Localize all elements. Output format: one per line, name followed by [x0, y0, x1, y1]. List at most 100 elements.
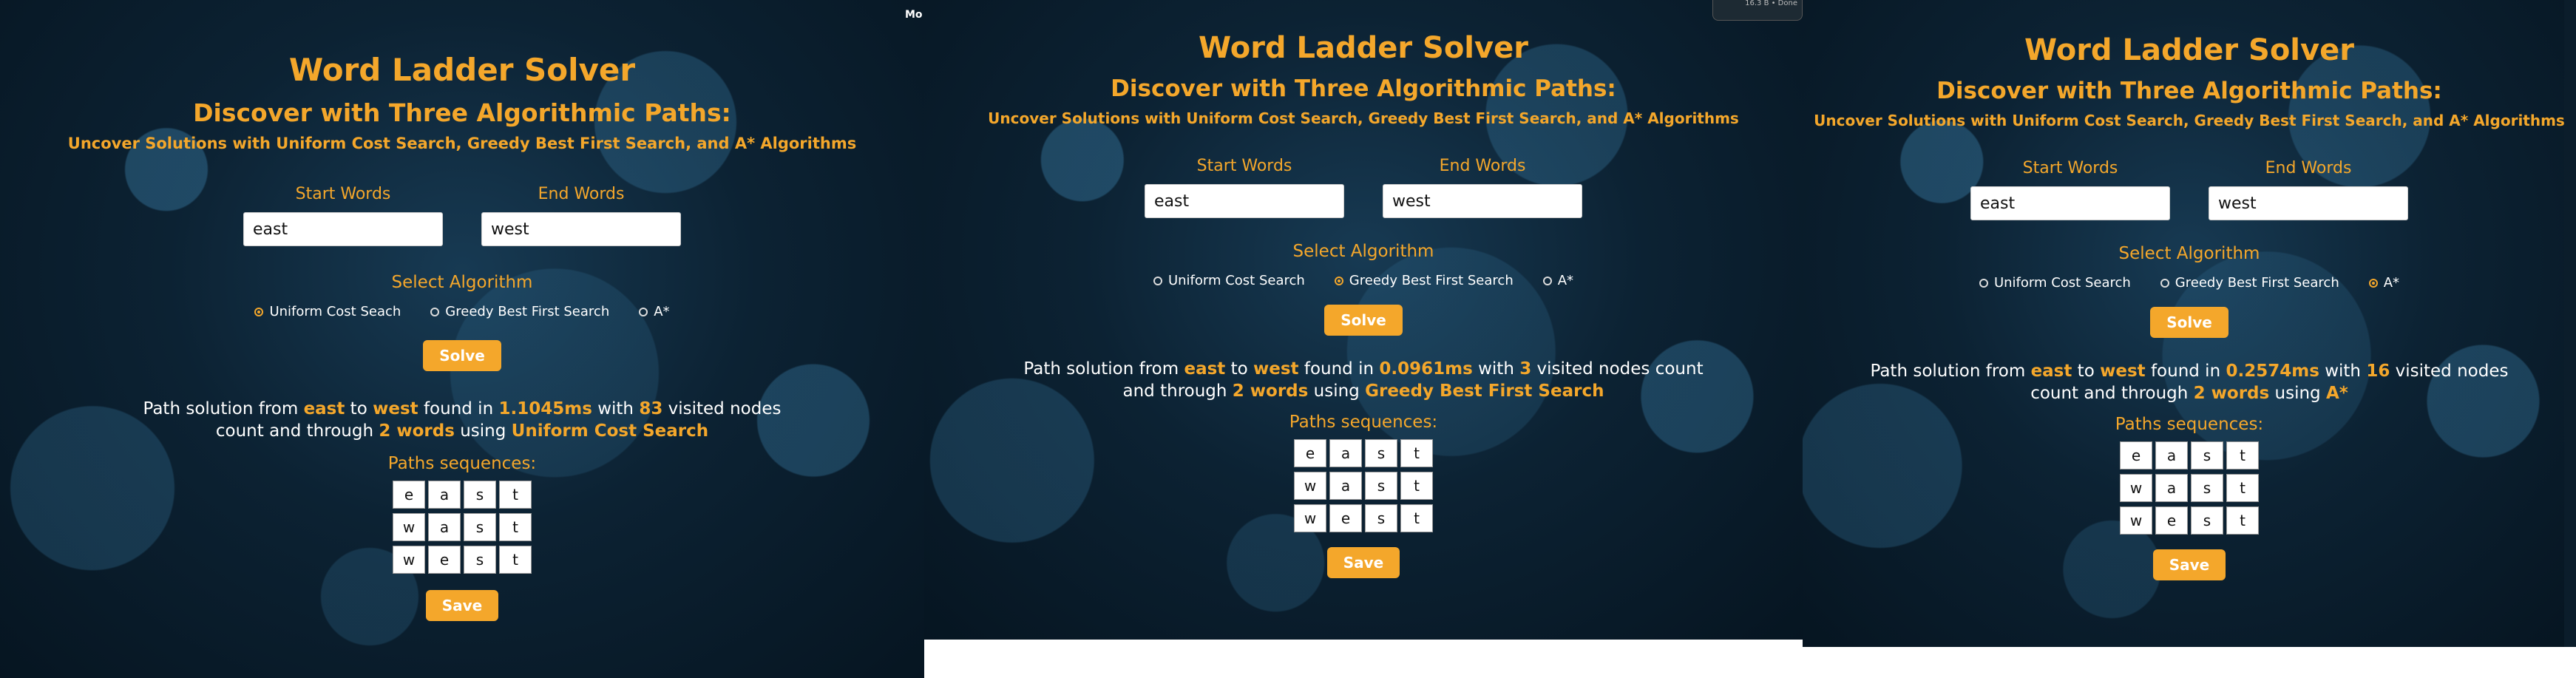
path-row: west: [2120, 506, 2259, 535]
page-title: Word Ladder Solver: [1199, 31, 1528, 65]
letter-cell: t: [1400, 439, 1433, 467]
radio-label: A*: [2383, 275, 2400, 291]
page-subtitle: Discover with Three Algorithmic Paths:: [193, 98, 731, 127]
radio-icon[interactable]: [1979, 278, 1988, 288]
radio-icon[interactable]: [639, 307, 648, 316]
letter-cell: w: [2120, 474, 2152, 502]
end-input[interactable]: west: [2209, 186, 2408, 220]
radio-label: A*: [1557, 273, 1574, 288]
result-found: found in: [418, 399, 499, 418]
save-button[interactable]: Save: [2152, 549, 2226, 580]
letter-cell: s: [464, 513, 496, 541]
radio-option[interactable]: Greedy Best First Search: [430, 304, 609, 319]
result-to: to: [1225, 359, 1253, 379]
radio-label: Greedy Best First Search: [1349, 273, 1514, 288]
result-prefix: Path solution from: [1870, 362, 2031, 381]
result-visited: 16: [2366, 362, 2390, 381]
path-row: west: [1294, 504, 1433, 532]
start-field: Start Words east: [1145, 157, 1344, 218]
result-to: to: [345, 399, 373, 418]
result-using: using: [2269, 384, 2326, 403]
path-row: wast: [393, 513, 532, 541]
save-button[interactable]: Save: [425, 590, 499, 621]
result-algorithm: A*: [2325, 384, 2348, 403]
radio-option[interactable]: Greedy Best First Search: [2160, 275, 2339, 291]
radio-icon[interactable]: [1153, 276, 1162, 285]
result-found: found in: [2145, 362, 2226, 381]
start-input[interactable]: east: [1970, 186, 2170, 220]
result-algorithm: Uniform Cost Search: [511, 421, 709, 441]
letter-cell: w: [1294, 504, 1326, 532]
paths-label: Paths sequences:: [2115, 415, 2264, 434]
path-row: wast: [1294, 472, 1433, 500]
radio-option[interactable]: A*: [1542, 273, 1574, 288]
letter-cell: s: [2191, 474, 2223, 502]
letter-cell: e: [1329, 504, 1362, 532]
result-end: west: [373, 399, 418, 418]
letter-cell: w: [2120, 506, 2152, 535]
radio-icon[interactable]: [430, 307, 440, 316]
solve-button[interactable]: Solve: [2150, 307, 2228, 338]
radio-label: Greedy Best First Search: [445, 304, 610, 319]
paths-grid: eastwastwest: [2120, 441, 2259, 535]
result-algorithm: Greedy Best First Search: [1365, 382, 1604, 401]
result-text: Path solution from east to west found in…: [1849, 360, 2529, 404]
end-input[interactable]: west: [1383, 184, 1582, 218]
radio-icon[interactable]: [1334, 276, 1343, 285]
start-input[interactable]: east: [1145, 184, 1344, 218]
page-title: Word Ladder Solver: [2024, 33, 2354, 67]
end-label: End Words: [538, 185, 625, 203]
path-row: east: [1294, 439, 1433, 467]
radio-label: Uniform Cost Search: [1167, 273, 1305, 288]
page-subheading: Uncover Solutions with Uniform Cost Sear…: [988, 109, 1739, 127]
start-input[interactable]: east: [243, 212, 443, 246]
start-label: Start Words: [2022, 159, 2118, 177]
result-time: 0.2574ms: [2226, 362, 2319, 381]
start-label: Start Words: [295, 185, 391, 203]
letter-cell: t: [1400, 472, 1433, 500]
letter-cell: t: [499, 513, 532, 541]
letter-cell: s: [2191, 441, 2223, 469]
paths-grid: eastwastwest: [393, 481, 532, 574]
end-field: End Words west: [481, 185, 681, 246]
result-text: Path solution from east to west found in…: [122, 398, 802, 442]
result-start: east: [303, 399, 345, 418]
radio-icon[interactable]: [1542, 276, 1552, 285]
page-title: Word Ladder Solver: [288, 52, 636, 88]
radio-option[interactable]: A*: [639, 304, 670, 319]
result-time: 0.0961ms: [1379, 359, 1473, 379]
radio-label: Uniform Cost Seach: [269, 304, 401, 319]
radio-option[interactable]: Greedy Best First Search: [1334, 273, 1514, 288]
radio-option[interactable]: Uniform Cost Seach: [254, 304, 401, 319]
radio-icon[interactable]: [2160, 278, 2169, 288]
end-input[interactable]: west: [481, 212, 681, 246]
radio-option[interactable]: A*: [2368, 275, 2400, 291]
panel-content: Word Ladder Solver Discover with Three A…: [924, 31, 1803, 578]
radio-label: A*: [654, 304, 670, 319]
page-subtitle: Discover with Three Algorithmic Paths:: [1936, 78, 2442, 104]
letter-cell: t: [499, 481, 532, 509]
result-visited: 83: [639, 399, 663, 418]
solve-button[interactable]: Solve: [423, 340, 501, 371]
letter-cell: e: [1294, 439, 1326, 467]
result-start: east: [2030, 362, 2072, 381]
radio-icon[interactable]: [2368, 278, 2378, 288]
word-fields: Start Words east End Words west: [1803, 159, 2576, 220]
result-prefix: Path solution from: [143, 399, 304, 418]
save-button[interactable]: Save: [1326, 547, 1400, 578]
letter-cell: e: [2155, 506, 2188, 535]
result-to: to: [2072, 362, 2101, 381]
letter-cell: s: [464, 481, 496, 509]
download-popup: 16.3 B • Done: [1712, 0, 1803, 21]
letter-cell: a: [1329, 472, 1362, 500]
radio-icon[interactable]: [254, 307, 264, 316]
solve-button[interactable]: Solve: [1324, 305, 1403, 336]
radio-option[interactable]: Uniform Cost Search: [1979, 275, 2131, 291]
paths-grid: eastwastwest: [1294, 439, 1433, 532]
path-row: west: [393, 546, 532, 574]
letter-cell: s: [2191, 506, 2223, 535]
result-with: with: [1472, 359, 1520, 379]
radio-option[interactable]: Uniform Cost Search: [1153, 273, 1305, 288]
end-label: End Words: [1439, 157, 1526, 175]
letter-cell: s: [1365, 472, 1397, 500]
